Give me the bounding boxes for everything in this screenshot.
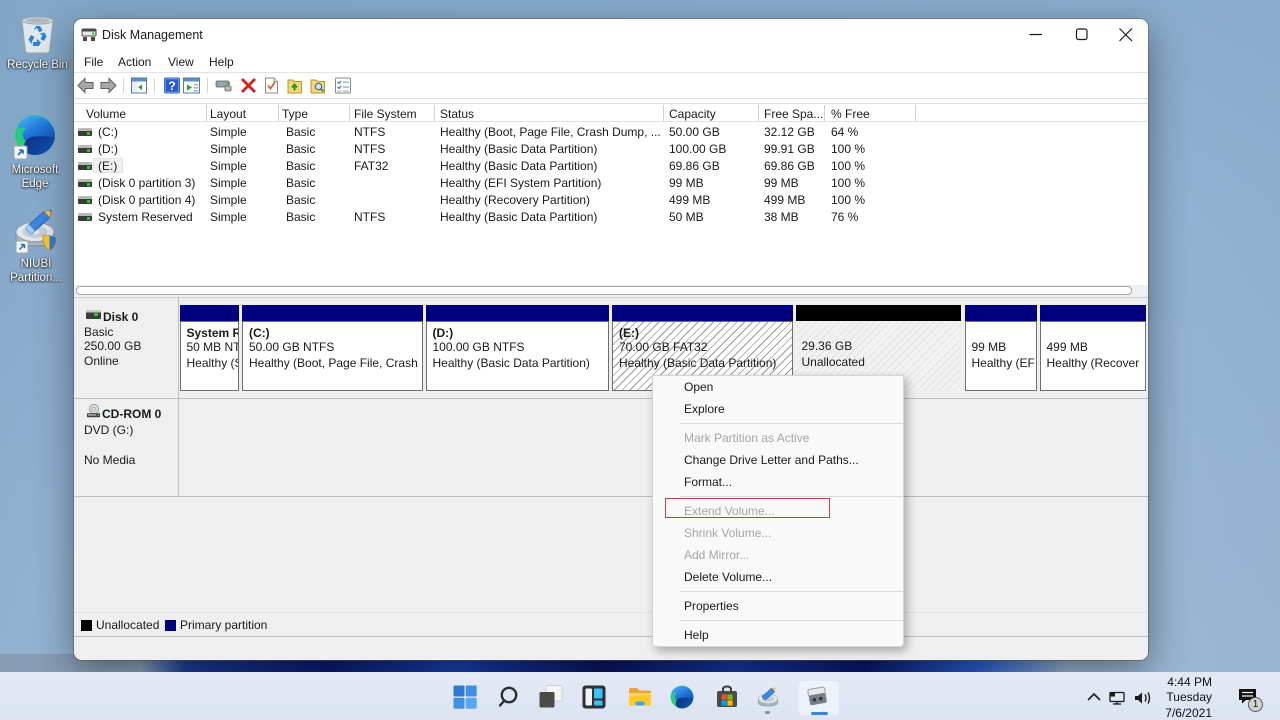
svg-text:?: ? bbox=[168, 79, 175, 93]
